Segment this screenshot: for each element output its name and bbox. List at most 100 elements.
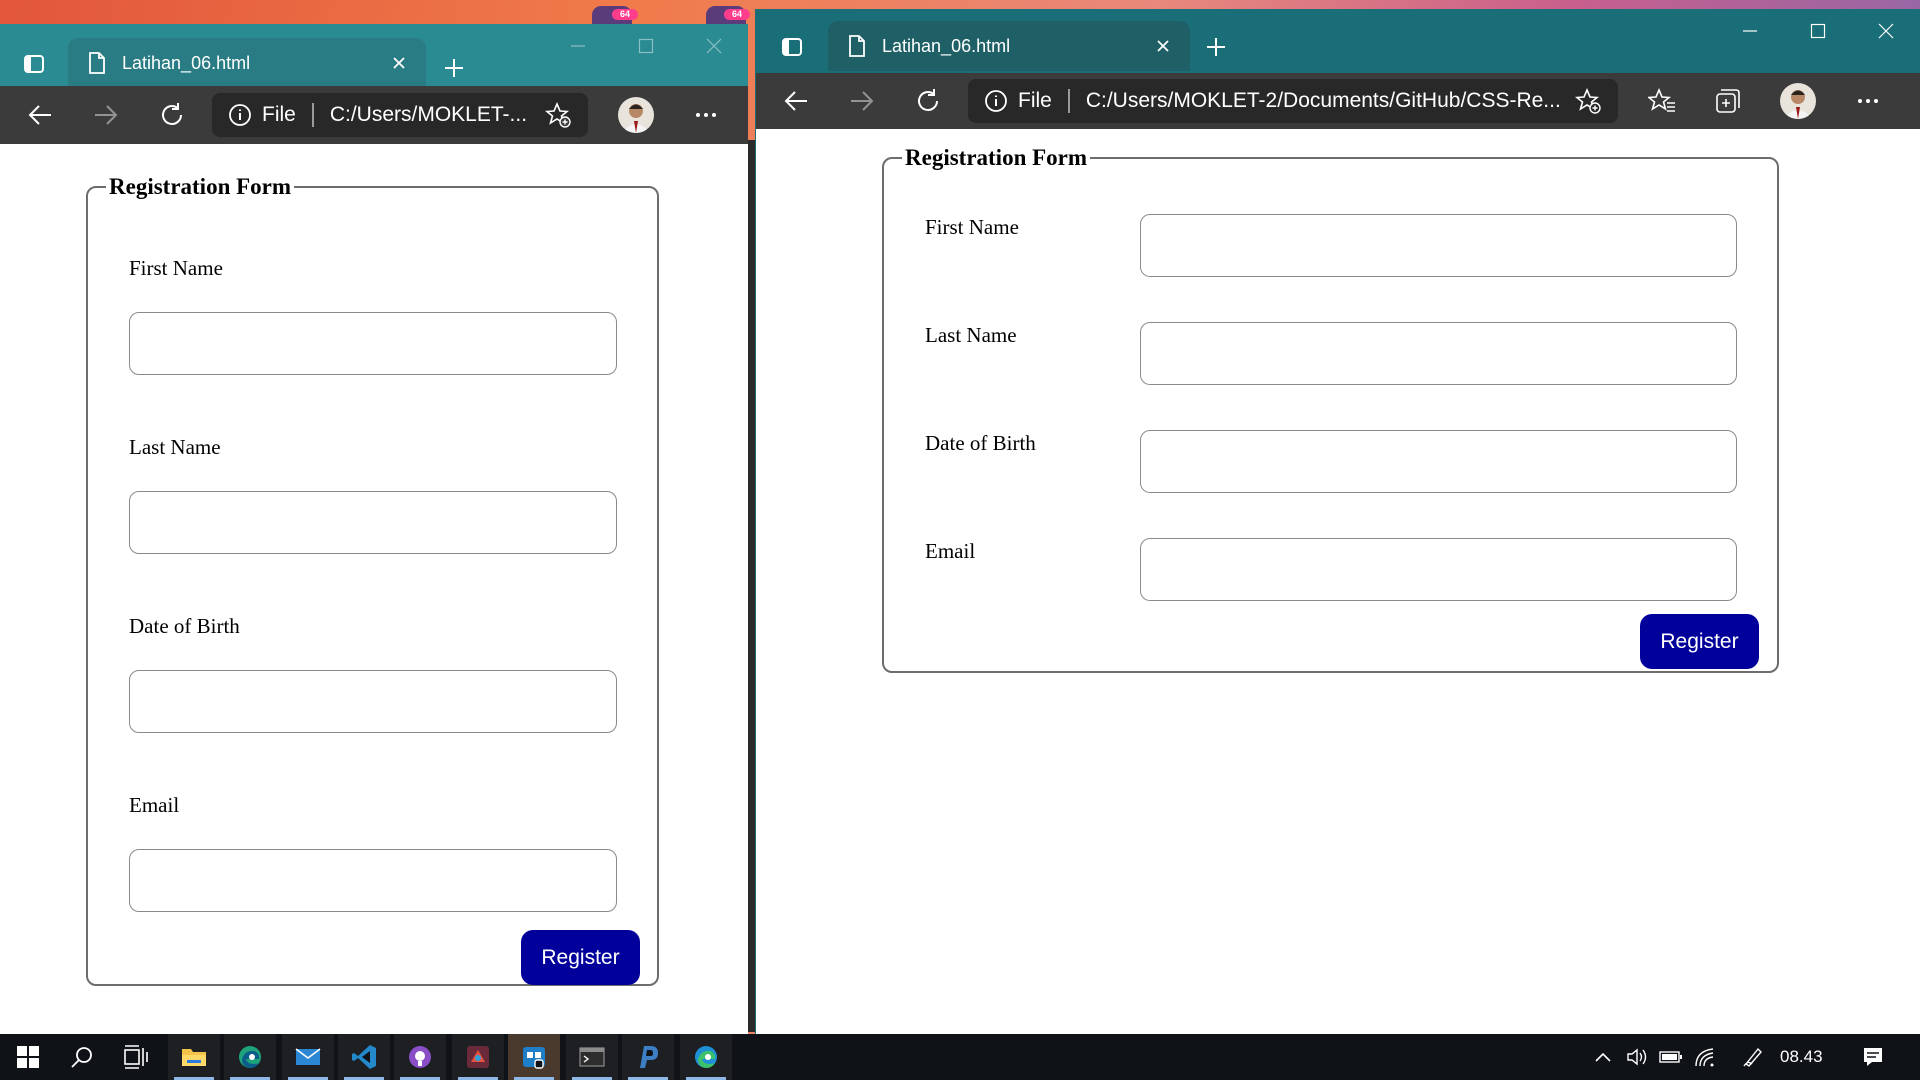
task-view-button[interactable] (110, 1034, 162, 1080)
minimize-icon (571, 45, 585, 47)
forward-button[interactable] (84, 93, 128, 137)
close-icon (1878, 23, 1894, 39)
tab-actions-button[interactable] (774, 29, 810, 65)
collections-button[interactable] (1706, 79, 1750, 123)
taskbar-mail[interactable] (282, 1034, 334, 1080)
battery-button[interactable] (1656, 1034, 1686, 1080)
taskbar-php-app[interactable] (622, 1034, 674, 1080)
title-bar[interactable]: Latihan_06.html (0, 24, 748, 88)
new-tab-button[interactable] (1198, 29, 1234, 65)
speaker-icon (1627, 1048, 1647, 1066)
game-app-icon (467, 1046, 489, 1068)
show-hidden-icons-button[interactable] (1588, 1034, 1618, 1080)
taskbar-github-desktop[interactable] (394, 1034, 446, 1080)
title-bar[interactable]: Latihan_06.html (756, 9, 1920, 73)
arrow-left-icon (784, 91, 807, 111)
volume-button[interactable] (1622, 1034, 1652, 1080)
edge-icon (695, 1046, 717, 1068)
forward-button[interactable] (840, 79, 884, 123)
chevron-up-icon (1595, 1052, 1611, 1062)
refresh-button[interactable] (906, 79, 950, 123)
browser-window-left[interactable]: Latihan_06.html File C:/Users/MOKLET-...… (0, 24, 748, 1034)
taskbar-store-app[interactable] (508, 1034, 560, 1080)
tab-latihan-06[interactable]: Latihan_06.html (68, 38, 426, 88)
tab-close-button[interactable] (1150, 33, 1176, 59)
tab-actions-icon (782, 38, 802, 56)
last-name-input[interactable] (1140, 322, 1737, 385)
start-button[interactable] (2, 1034, 54, 1080)
address-separator (1067, 89, 1070, 113)
first-name-input[interactable] (129, 312, 617, 375)
tab-latihan-06[interactable]: Latihan_06.html (828, 21, 1190, 71)
address-bar[interactable]: File C:/Users/MOKLET-2/Documents/GitHub/… (968, 79, 1618, 123)
profile-avatar[interactable] (1780, 83, 1816, 119)
close-window-button[interactable] (1852, 9, 1920, 53)
info-icon[interactable] (984, 89, 1008, 113)
window-controls (1716, 9, 1920, 53)
github-icon (409, 1046, 431, 1068)
profile-photo-icon (618, 97, 654, 133)
taskbar-edge[interactable] (680, 1034, 732, 1080)
add-favorite-icon[interactable] (1574, 87, 1602, 115)
minimize-icon (1743, 30, 1757, 32)
address-url[interactable]: C:/Users/MOKLET-... (330, 103, 534, 127)
collections-icon (1716, 89, 1740, 113)
tab-close-button[interactable] (386, 50, 412, 76)
minimize-button[interactable] (1716, 9, 1784, 53)
register-button[interactable]: Register (1640, 614, 1759, 669)
register-button[interactable]: Register (521, 930, 640, 985)
browser-window-right[interactable]: Latihan_06.html File C:/Users/MOKLET-2/D… (755, 9, 1920, 1034)
registration-form: Registration Form First Name Last Name D… (882, 145, 1779, 673)
tab-actions-button[interactable] (16, 46, 52, 82)
plus-icon (445, 59, 463, 77)
form-legend: Registration Form (109, 174, 292, 199)
minimize-button[interactable] (544, 24, 612, 68)
network-button[interactable] (1690, 1034, 1720, 1080)
close-window-button[interactable] (680, 24, 748, 68)
first-name-input[interactable] (1140, 214, 1737, 277)
arrow-right-icon (851, 91, 874, 111)
label-email: Email (925, 539, 976, 563)
page-content: Registration Form First Name Last Name D… (756, 129, 1920, 1034)
registration-form: Registration Form First Name Last Name D… (86, 174, 659, 986)
plus-icon (1207, 38, 1225, 56)
action-center-button[interactable] (1855, 1034, 1891, 1080)
back-button[interactable] (774, 79, 818, 123)
address-bar[interactable]: File C:/Users/MOKLET-... (212, 93, 588, 137)
edge-dev-icon (239, 1046, 261, 1068)
date-of-birth-input[interactable] (129, 670, 617, 733)
address-scheme: File (262, 103, 296, 126)
more-options-button[interactable] (1846, 79, 1890, 123)
maximize-button[interactable] (612, 24, 680, 68)
taskbar: 08.43 (0, 1034, 1920, 1080)
favorites-button[interactable] (1640, 79, 1684, 123)
add-favorite-icon[interactable] (544, 101, 572, 129)
taskbar-game-app[interactable] (452, 1034, 504, 1080)
date-of-birth-input[interactable] (1140, 430, 1737, 493)
last-name-input[interactable] (129, 491, 617, 554)
mail-icon (295, 1048, 321, 1065)
form-legend: Registration Form (905, 145, 1088, 170)
wallpaper-badge: 64 (612, 9, 638, 20)
new-tab-button[interactable] (436, 50, 472, 86)
search-button[interactable] (56, 1034, 108, 1080)
address-url[interactable]: C:/Users/MOKLET-2/Documents/GitHub/CSS-R… (1086, 89, 1564, 113)
email-input[interactable] (1140, 538, 1737, 601)
taskbar-clock[interactable]: 08.43 (1780, 1034, 1823, 1080)
favorites-icon (1648, 87, 1675, 112)
taskbar-terminal[interactable] (566, 1034, 618, 1080)
taskbar-file-explorer[interactable] (168, 1034, 220, 1080)
more-icon (696, 113, 716, 117)
pen-workspace-button[interactable] (1738, 1034, 1768, 1080)
profile-avatar[interactable] (618, 97, 654, 133)
info-icon[interactable] (228, 103, 252, 127)
email-input[interactable] (129, 849, 617, 912)
label-first-name: First Name (129, 256, 223, 280)
more-options-button[interactable] (684, 93, 728, 137)
maximize-button[interactable] (1784, 9, 1852, 53)
taskbar-vscode[interactable] (338, 1034, 390, 1080)
browser-toolbar: File C:/Users/MOKLET-... (0, 86, 748, 144)
refresh-button[interactable] (150, 93, 194, 137)
taskbar-edge-dev[interactable] (224, 1034, 276, 1080)
back-button[interactable] (18, 93, 62, 137)
